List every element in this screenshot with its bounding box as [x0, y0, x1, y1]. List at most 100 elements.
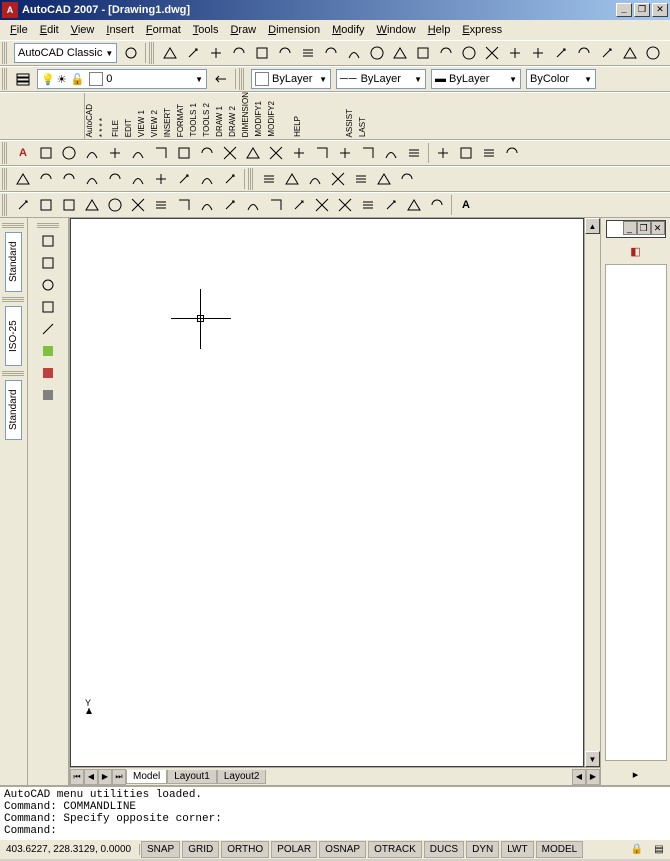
screen-menu-item[interactable]: VIEW 1	[137, 109, 150, 138]
dim-aligned-icon[interactable]	[58, 142, 80, 164]
lineweight-combo[interactable]: ▬ ByLayer ▼	[431, 69, 521, 89]
screen-menu-item[interactable]: VIEW 2	[150, 109, 163, 138]
center-mark-icon[interactable]	[334, 142, 356, 164]
dim-ordinate-icon[interactable]	[104, 142, 126, 164]
screen-menu-item[interactable]: AutoCAD	[85, 103, 98, 138]
command-input[interactable]	[57, 825, 666, 837]
tab-last-button[interactable]: ⏭	[112, 769, 126, 785]
table-style-icon[interactable]	[478, 142, 500, 164]
coordinate-display[interactable]: 403.6227, 228.3129, 0.0000	[0, 844, 140, 855]
screen-menu-item[interactable]: TOOLS 2	[202, 102, 215, 138]
drawing-canvas[interactable]: X Y	[70, 218, 584, 767]
screen-menu-item[interactable]: HELP	[293, 115, 306, 138]
screen-menu-item[interactable]: ASSIST	[345, 108, 358, 138]
screen-menu-item[interactable]: LAST	[358, 116, 371, 138]
revision-cloud-icon[interactable]	[173, 194, 195, 216]
menu-modify[interactable]: Modify	[326, 22, 370, 38]
status-toggle-snap[interactable]: SNAP	[141, 841, 180, 858]
dim-linear-icon[interactable]	[35, 142, 57, 164]
scroll-left-button[interactable]: ◀	[572, 769, 586, 785]
scroll-down-button[interactable]: ▼	[585, 751, 600, 767]
sheet-set-icon[interactable]	[596, 42, 618, 64]
mdi-restore-button[interactable]: ❐	[637, 221, 651, 235]
zoom-window-icon[interactable]	[481, 42, 503, 64]
pan-icon[interactable]	[435, 42, 457, 64]
screen-menu-item[interactable]	[332, 136, 345, 138]
scroll-up-button[interactable]: ▲	[585, 218, 600, 234]
menu-view[interactable]: View	[65, 22, 101, 38]
status-toggle-model[interactable]: MODEL	[536, 841, 584, 858]
copy-icon[interactable]	[35, 168, 57, 190]
design-center-icon[interactable]	[550, 42, 572, 64]
palette-tool-button[interactable]	[37, 340, 59, 362]
dim-quick-icon[interactable]	[219, 142, 241, 164]
toolbar-grip[interactable]	[2, 68, 8, 90]
layer-manager-button[interactable]	[12, 68, 34, 90]
spline-icon[interactable]	[196, 194, 218, 216]
construction-line-icon[interactable]	[35, 194, 57, 216]
menu-file[interactable]: File	[4, 22, 34, 38]
hatch-icon[interactable]	[334, 194, 356, 216]
menu-tools[interactable]: Tools	[187, 22, 225, 38]
layer-previous-button[interactable]	[210, 68, 232, 90]
tab-layout2[interactable]: Layout2	[217, 770, 267, 784]
statusbar-lock-icon[interactable]: 🔒	[626, 839, 648, 861]
erase-icon[interactable]	[12, 168, 34, 190]
fillet-icon[interactable]	[373, 168, 395, 190]
break-icon[interactable]	[304, 168, 326, 190]
polygon-icon[interactable]	[81, 194, 103, 216]
palette-tool-button[interactable]	[37, 230, 59, 252]
status-toggle-ducs[interactable]: DUCS	[424, 841, 464, 858]
save-icon[interactable]	[205, 42, 227, 64]
rotate-icon[interactable]	[150, 168, 172, 190]
tab-prev-button[interactable]: ◀	[84, 769, 98, 785]
move-icon[interactable]	[127, 168, 149, 190]
stretch-icon[interactable]	[196, 168, 218, 190]
screen-menu-item[interactable]: MODIFY1	[254, 100, 267, 138]
screen-menu-item[interactable]	[319, 136, 332, 138]
menu-window[interactable]: Window	[371, 22, 422, 38]
properties-icon[interactable]	[527, 42, 549, 64]
status-toggle-otrack[interactable]: OTRACK	[368, 841, 422, 858]
screen-menu-item[interactable]: DIMENSION	[241, 91, 254, 138]
screen-menu-item[interactable]: FORMAT	[176, 103, 189, 138]
tab-model[interactable]: Model	[126, 770, 167, 784]
mtext-a-icon[interactable]: A	[455, 194, 477, 216]
vertical-scrollbar[interactable]: ▲ ▼	[584, 218, 600, 767]
dim-angular-icon[interactable]	[196, 142, 218, 164]
plot-icon[interactable]	[228, 42, 250, 64]
screen-menu-item[interactable]	[280, 136, 293, 138]
block-editor-icon[interactable]	[642, 42, 664, 64]
array-icon[interactable]	[104, 168, 126, 190]
tab-next-button[interactable]: ▶	[98, 769, 112, 785]
dim-update-icon[interactable]	[403, 142, 425, 164]
screen-menu-item[interactable]: DRAW 1	[215, 105, 228, 138]
toolbar-grip[interactable]	[2, 142, 8, 164]
dim-style-icon[interactable]	[455, 142, 477, 164]
screen-menu-item[interactable]: INSERT	[163, 107, 176, 138]
line-icon[interactable]	[12, 194, 34, 216]
statusbar-tray-icon[interactable]: ▤	[648, 839, 670, 861]
dim-style-combo[interactable]: ISO-25	[5, 306, 22, 366]
dashboard-palette[interactable]	[605, 264, 667, 761]
palette-tool-button[interactable]	[37, 274, 59, 296]
palette-tool-button[interactable]	[37, 384, 59, 406]
menu-express[interactable]: Express	[456, 22, 508, 38]
zoom-realtime-icon[interactable]	[458, 42, 480, 64]
palette-tool-button[interactable]	[37, 318, 59, 340]
open-icon[interactable]	[182, 42, 204, 64]
circle-icon[interactable]	[150, 194, 172, 216]
screen-menu-item[interactable]: MODIFY2	[267, 100, 280, 138]
dock-grip[interactable]	[2, 370, 24, 376]
dock-grip[interactable]	[37, 222, 59, 228]
toolbar-grip[interactable]	[2, 42, 8, 64]
toolbar-grip[interactable]	[2, 168, 8, 190]
dim-continue-icon[interactable]	[265, 142, 287, 164]
dim-baseline-icon[interactable]	[242, 142, 264, 164]
toolbar-grip[interactable]	[239, 68, 245, 90]
clean-screen-icon[interactable]	[665, 42, 670, 64]
join-icon[interactable]	[327, 168, 349, 190]
palette-options-button[interactable]: ▸	[625, 763, 647, 785]
trim-icon[interactable]	[219, 168, 241, 190]
tool-palettes-toggle-icon[interactable]: ◧	[625, 240, 647, 262]
